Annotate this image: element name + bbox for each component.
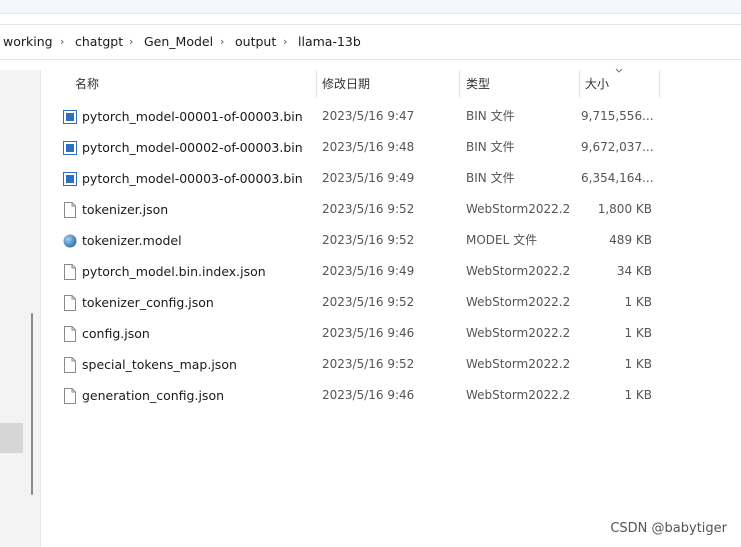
file-type: BIN 文件 bbox=[466, 140, 515, 154]
breadcrumb-item-working[interactable]: working bbox=[3, 34, 53, 50]
model-file-icon bbox=[63, 234, 77, 248]
file-name[interactable]: config.json bbox=[82, 318, 150, 349]
chevron-right-icon[interactable]: › bbox=[220, 34, 224, 50]
column-header-size[interactable]: 大小 bbox=[585, 70, 609, 98]
file-modified-date: 2023/5/16 9:52 bbox=[322, 357, 415, 371]
bin-file-icon bbox=[63, 110, 77, 124]
file-modified-date: 2023/5/16 9:49 bbox=[322, 171, 415, 185]
navigation-pane[interactable] bbox=[0, 70, 41, 547]
file-name[interactable]: special_tokens_map.json bbox=[82, 349, 237, 380]
file-type: WebStorm2022.2 bbox=[466, 357, 571, 371]
file-modified-date: 2023/5/16 9:52 bbox=[322, 202, 415, 216]
file-row[interactable]: pytorch_model-00001-of-00003.bin 2023/5/… bbox=[57, 101, 660, 132]
file-row[interactable]: config.json 2023/5/16 9:46 WebStorm2022.… bbox=[57, 318, 660, 349]
file-type: BIN 文件 bbox=[466, 109, 515, 123]
json-file-icon bbox=[64, 295, 76, 311]
file-type: WebStorm2022.2 bbox=[466, 202, 571, 216]
chevron-right-icon[interactable]: › bbox=[129, 34, 133, 50]
file-type: WebStorm2022.2 bbox=[466, 388, 571, 402]
file-type: BIN 文件 bbox=[466, 171, 515, 185]
file-type: WebStorm2022.2 bbox=[466, 295, 571, 309]
column-divider[interactable] bbox=[659, 70, 660, 98]
file-size: 34 KB bbox=[616, 264, 652, 278]
navigation-scrollbar[interactable] bbox=[31, 313, 33, 495]
json-file-icon bbox=[64, 202, 76, 218]
file-row[interactable]: special_tokens_map.json 2023/5/16 9:52 W… bbox=[57, 349, 660, 380]
window-top-strip bbox=[0, 0, 741, 14]
column-header-type[interactable]: 类型 bbox=[466, 70, 490, 98]
breadcrumb-item-gen-model[interactable]: Gen_Model bbox=[144, 34, 213, 50]
file-modified-date: 2023/5/16 9:49 bbox=[322, 264, 415, 278]
sort-descending-icon[interactable] bbox=[614, 66, 624, 76]
file-name[interactable]: pytorch_model-00002-of-00003.bin bbox=[82, 132, 303, 163]
json-file-icon bbox=[64, 388, 76, 404]
file-size: 1,800 KB bbox=[597, 202, 652, 216]
file-modified-date: 2023/5/16 9:46 bbox=[322, 326, 415, 340]
column-header-modified[interactable]: 修改日期 bbox=[322, 70, 370, 98]
file-size: 9,672,037... bbox=[581, 140, 654, 154]
file-name[interactable]: pytorch_model-00003-of-00003.bin bbox=[82, 163, 303, 194]
file-row[interactable]: pytorch_model-00003-of-00003.bin 2023/5/… bbox=[57, 163, 660, 194]
column-divider[interactable] bbox=[579, 70, 580, 98]
file-modified-date: 2023/5/16 9:46 bbox=[322, 388, 415, 402]
file-row[interactable]: tokenizer.model 2023/5/16 9:52 MODEL 文件 … bbox=[57, 225, 660, 256]
file-row[interactable]: pytorch_model-00002-of-00003.bin 2023/5/… bbox=[57, 132, 660, 163]
breadcrumb-item-output[interactable]: output bbox=[235, 34, 276, 50]
file-row[interactable]: tokenizer.json 2023/5/16 9:52 WebStorm20… bbox=[57, 194, 660, 225]
address-bar[interactable]: working › chatgpt › Gen_Model › output ›… bbox=[0, 24, 741, 60]
column-divider[interactable] bbox=[316, 70, 317, 98]
file-size: 6,354,164... bbox=[581, 171, 654, 185]
file-row[interactable]: pytorch_model.bin.index.json 2023/5/16 9… bbox=[57, 256, 660, 287]
json-file-icon bbox=[64, 264, 76, 280]
chevron-right-icon[interactable]: › bbox=[60, 34, 64, 50]
file-modified-date: 2023/5/16 9:52 bbox=[322, 295, 415, 309]
file-size: 1 KB bbox=[624, 295, 652, 309]
navigation-selected-item[interactable] bbox=[0, 423, 23, 453]
breadcrumb-item-llama-13b[interactable]: llama-13b bbox=[298, 34, 361, 50]
file-name[interactable]: tokenizer.model bbox=[82, 225, 182, 256]
json-file-icon bbox=[64, 357, 76, 373]
file-name[interactable]: generation_config.json bbox=[82, 380, 224, 411]
file-type: MODEL 文件 bbox=[466, 233, 538, 247]
file-name[interactable]: pytorch_model.bin.index.json bbox=[82, 256, 266, 287]
watermark: CSDN @babytiger bbox=[610, 521, 727, 536]
file-modified-date: 2023/5/16 9:52 bbox=[322, 233, 415, 247]
file-size: 1 KB bbox=[624, 326, 652, 340]
file-name[interactable]: tokenizer_config.json bbox=[82, 287, 214, 318]
file-size: 9,715,556... bbox=[581, 109, 654, 123]
file-name[interactable]: tokenizer.json bbox=[82, 194, 168, 225]
file-type: WebStorm2022.2 bbox=[466, 326, 571, 340]
file-modified-date: 2023/5/16 9:47 bbox=[322, 109, 415, 123]
file-row[interactable]: tokenizer_config.json 2023/5/16 9:52 Web… bbox=[57, 287, 660, 318]
file-size: 1 KB bbox=[624, 357, 652, 371]
json-file-icon bbox=[64, 326, 76, 342]
file-type: WebStorm2022.2 bbox=[466, 264, 571, 278]
column-divider[interactable] bbox=[459, 70, 460, 98]
file-modified-date: 2023/5/16 9:48 bbox=[322, 140, 415, 154]
bin-file-icon bbox=[63, 141, 77, 155]
file-size: 489 KB bbox=[609, 233, 652, 247]
file-name[interactable]: pytorch_model-00001-of-00003.bin bbox=[82, 101, 303, 132]
file-row[interactable]: generation_config.json 2023/5/16 9:46 We… bbox=[57, 380, 660, 411]
column-header-name[interactable]: 名称 bbox=[75, 70, 99, 98]
breadcrumb-item-chatgpt[interactable]: chatgpt bbox=[75, 34, 123, 50]
file-size: 1 KB bbox=[624, 388, 652, 402]
chevron-right-icon[interactable]: › bbox=[283, 34, 287, 50]
bin-file-icon bbox=[63, 172, 77, 186]
